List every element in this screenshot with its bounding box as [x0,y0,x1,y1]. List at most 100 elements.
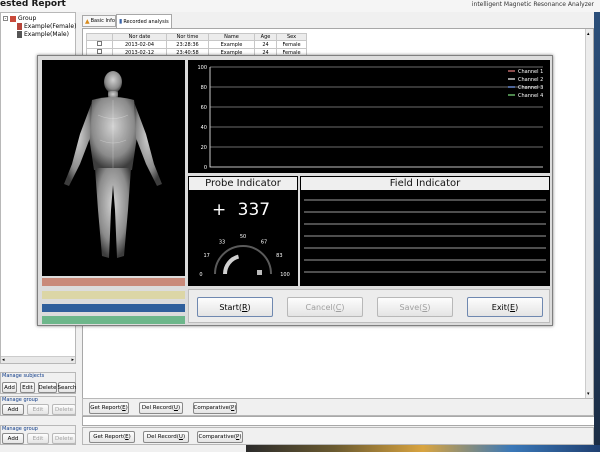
y-tick-label: 20 [201,145,207,151]
vertical-scrollbar[interactable]: ▴ ▾ [585,29,593,399]
records-table: Nor date Nor time Name Age Sex 2013-02-0… [86,33,307,57]
col-time[interactable]: Nor time [166,33,209,41]
channel-chart-panel: 0 20 40 60 80 100 Channel 1 Channel 2 Channel 3 C… [188,60,550,173]
delete-group-button[interactable]: Delete [52,404,76,415]
scroll-down-icon[interactable]: ▾ [587,391,590,397]
col-date[interactable]: Nor date [112,33,167,41]
col-name[interactable]: Name [208,33,255,41]
channel-chart: 0 20 40 60 80 100 Channel 1 Channel 2 Channel 3 C… [197,65,543,171]
scroll-up-icon[interactable]: ▴ [587,31,590,37]
manage-group-label: Manage group [2,397,38,403]
get-report-button[interactable]: Get Report(E) [89,431,135,443]
edit-subject-button[interactable]: Edit [20,382,35,393]
warning-icon: ▲ [85,17,90,25]
group-icon [10,15,16,22]
tab-basic-info[interactable]: ▲ Basic Info [82,15,116,27]
desktop-background-bottom [246,445,600,452]
color-bar-blue [42,304,185,312]
cell-sex: Female [276,40,307,49]
record-actions-bar: Get Report(E) Del Record(U) Comparative(… [82,398,594,416]
tree-item-female[interactable]: Example(Female) [17,23,76,30]
table-row[interactable]: 2013-02-04 23:28:36 Example 24 Female [86,40,307,49]
probe-sign: + [212,200,227,220]
y-tick-label: 40 [201,125,207,131]
tab-strip: ▲ Basic Info ▮ Recorded analysis [82,14,592,28]
color-bar-green [42,316,185,324]
col-age[interactable]: Age [254,33,277,41]
probe-value-display: + 337 [212,200,270,220]
probe-title-bar: Probe Indicator [188,176,298,191]
scroll-left-icon[interactable]: ◂ [2,357,5,363]
y-tick-label: 80 [201,85,207,91]
gauge-tick-label: 0 [199,272,202,278]
legend-label: Channel 3 [518,85,543,91]
get-report-button[interactable]: Get Report(E) [89,402,129,414]
manage-group-panel: Manage group Add Edit Delete [0,396,76,416]
male-icon [17,31,22,38]
tab-label: Basic Info [90,18,115,24]
start-button[interactable]: Start(R) [197,297,273,317]
add-subject-button[interactable]: Add [2,382,17,393]
cell-time: 23:28:36 [166,40,209,49]
del-record-button[interactable]: Del Record(U) [143,431,189,443]
product-name: intelligent Magnetic Resonance Analyzer [471,1,594,8]
chart-axes [209,67,543,168]
gauge-tick-label: 50 [240,234,246,240]
cell-age: 24 [254,40,277,49]
tree-root-label: Group [18,15,37,22]
comparative-button[interactable]: Comparative(P) [197,431,243,443]
comparative-button[interactable]: Comparative(P) [193,402,237,414]
field-indicator-panel: Field Indicator [300,176,550,286]
col-sex[interactable]: Sex [276,33,307,41]
save-button[interactable]: Save(S) [377,297,453,317]
manage-subjects-group: Manage subjects Add Edit Delete Search [0,372,76,394]
record-actions-bar-2: Get Report(E) Del Record(U) Comparative(… [82,427,594,445]
gauge-tick-label: 33 [219,239,225,245]
exit-button[interactable]: Exit(E) [467,297,543,317]
delete-subject-button[interactable]: Delete [38,382,57,393]
female-icon [17,23,22,30]
delete-group-button[interactable]: Delete [52,433,76,444]
collapse-icon[interactable]: - [3,16,8,21]
title-bar: ested Report intelligent Magnetic Resona… [0,0,600,12]
gauge-level [223,254,240,275]
y-tick-label: 100 [197,65,207,71]
color-bar-red [42,278,185,286]
manage-group-label: Manage group [2,426,38,432]
y-tick-label: 0 [204,165,207,171]
row-checkbox[interactable] [86,40,113,49]
probe-gauge: 0 17 33 50 67 83 100 [199,234,290,278]
probe-value: 337 [237,200,271,220]
body-image-panel [42,60,185,276]
tree-item-label: Example(Male) [24,31,69,38]
manage-subjects-label: Manage subjects [2,373,45,379]
search-subject-button[interactable]: Search [58,382,76,393]
del-record-button[interactable]: Del Record(U) [139,402,183,414]
legend-label: Channel 4 [518,93,543,99]
cell-date: 2013-02-04 [112,40,167,49]
probe-indicator-panel: Probe Indicator + 337 0 17 33 50 67 83 100 [188,176,298,286]
manage-group-panel-2: Manage group Add Edit Delete [0,425,76,445]
col-check [86,33,113,41]
app-title: ested Report [0,0,66,9]
add-group-button[interactable]: Add [2,433,24,444]
cancel-button[interactable]: Cancel(C) [287,297,363,317]
edit-group-button[interactable]: Edit [27,404,49,415]
gauge-tick-label: 83 [276,253,282,259]
analysis-dialog: 0 20 40 60 80 100 Channel 1 Channel 2 Channel 3 C… [37,55,553,326]
scroll-right-icon[interactable]: ▸ [71,357,74,363]
tree-hscrollbar[interactable]: ◂ ▸ [1,356,75,363]
tree-item-male[interactable]: Example(Male) [17,31,69,38]
field-grid [304,199,546,273]
dialog-button-bar: Start(R) Cancel(C) Save(S) Exit(E) [188,289,550,323]
gauge-tick-label: 100 [280,272,290,278]
tree-root[interactable]: - Group [3,15,36,22]
field-indicator-title: Field Indicator [389,178,461,189]
add-group-button[interactable]: Add [2,404,24,415]
probe-indicator-title: Probe Indicator [205,178,281,189]
edit-group-button[interactable]: Edit [27,433,49,444]
color-bar-yellow [42,291,185,299]
y-tick-label: 60 [201,105,207,111]
legend-label: Channel 1 [518,69,543,75]
tab-recorded-analysis[interactable]: ▮ Recorded analysis [116,14,172,28]
